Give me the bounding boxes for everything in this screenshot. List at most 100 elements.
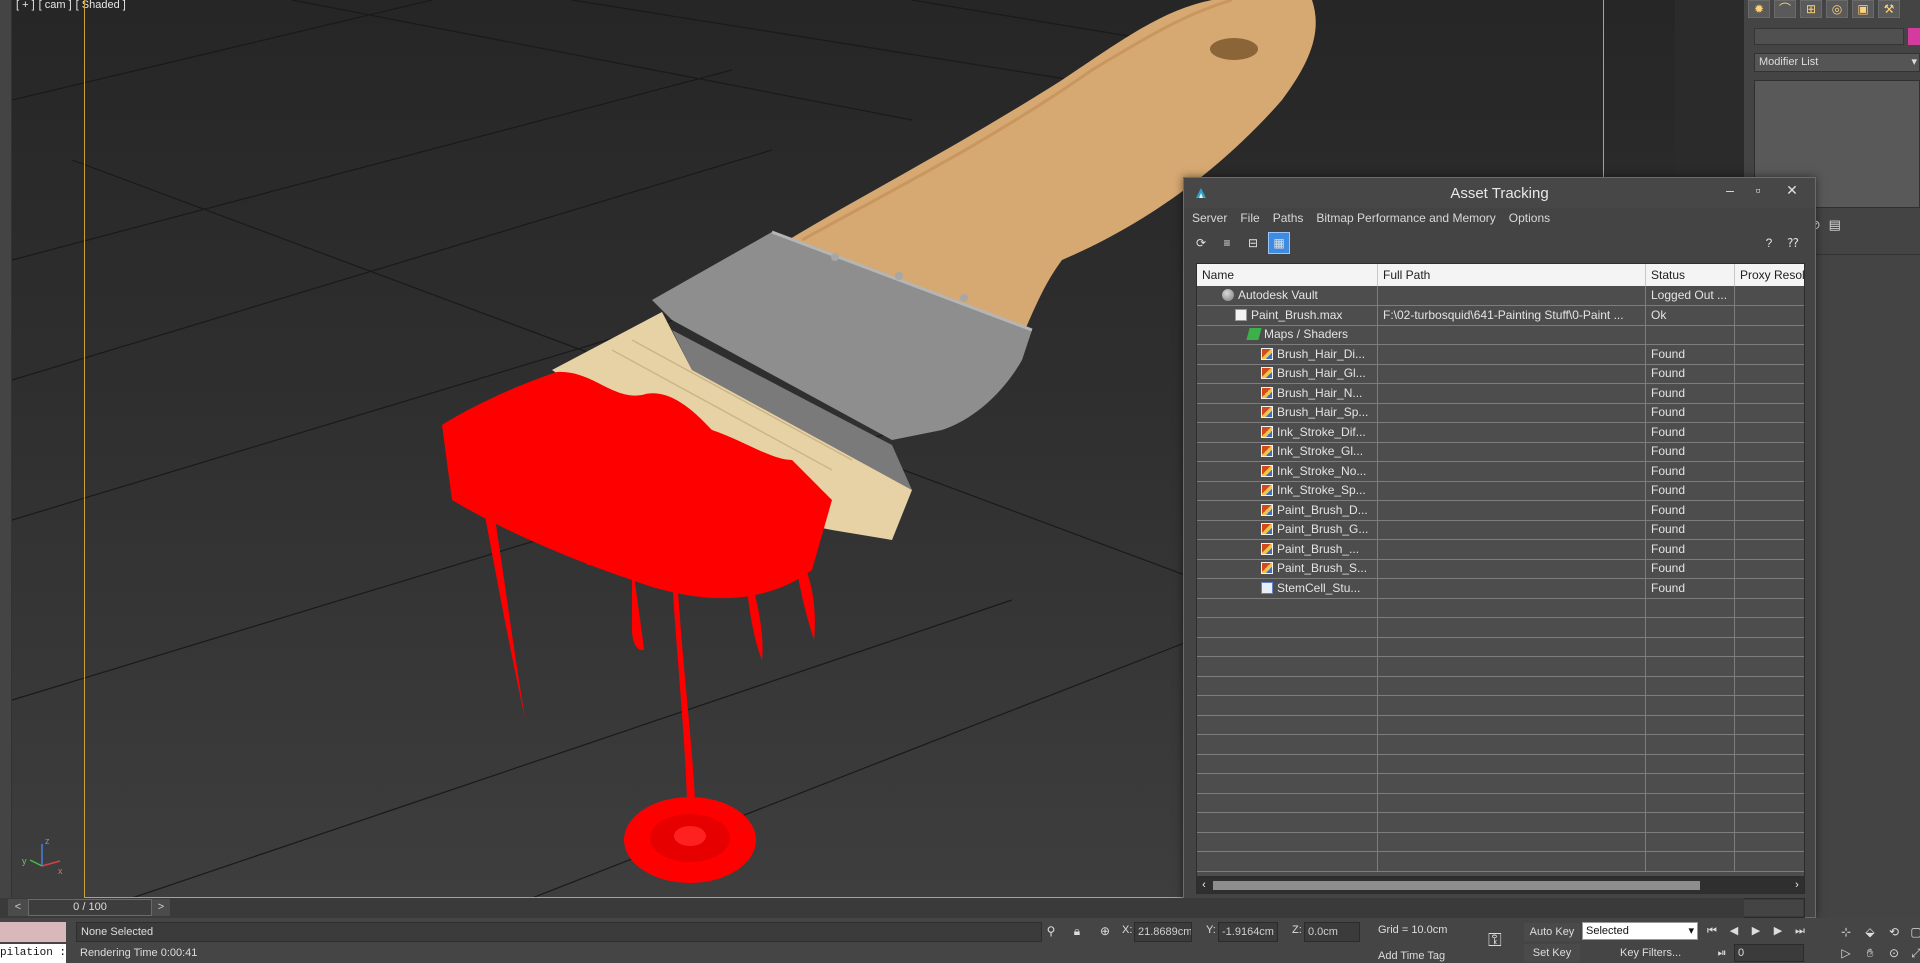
viewport-plus-menu[interactable]: [ + ] [16,0,35,11]
viewport-label[interactable]: [ + ] [ cam ] [ Shaded ] [16,0,130,11]
menu-options[interactable]: Options [1509,208,1550,228]
list-view-icon[interactable]: ≡ [1216,232,1238,254]
zoom-extents-icon[interactable]: ⬙ [1860,922,1880,942]
dialog-title-bar[interactable]: Asset Tracking – ▫ ✕ [1184,178,1815,208]
table-row[interactable] [1197,812,1804,833]
table-row[interactable]: Brush_Hair_Di... Found [1197,344,1804,365]
table-row[interactable] [1197,637,1804,657]
scroll-right-icon[interactable]: › [1790,878,1804,893]
play-icon[interactable]: ▶ [1746,922,1766,940]
viewport-shading-menu[interactable]: [ Shaded ] [76,0,126,11]
lock-selection-icon[interactable]: 🔒︎ [1070,924,1084,940]
help-context-icon[interactable]: ⁇ [1782,232,1804,254]
column-header-full-path[interactable]: Full Path [1378,264,1646,286]
key-icon[interactable]: ⚿ [1488,930,1502,951]
auto-key-button[interactable]: Auto Key [1524,923,1580,941]
x-coordinate-field[interactable]: 21.8689cm [1134,922,1192,942]
goto-start-icon[interactable]: ⏮ [1702,922,1722,940]
column-header-name[interactable]: Name [1197,264,1378,286]
table-row[interactable] [1197,676,1804,696]
object-color-swatch[interactable] [1908,28,1920,45]
table-row[interactable]: Paint_Brush_D... Found [1197,500,1804,521]
create-tab-icon[interactable]: ✹ [1748,0,1770,18]
table-row[interactable]: Ink_Stroke_Sp... Found [1197,481,1804,501]
table-row[interactable]: Ink_Stroke_No... Found [1197,461,1804,482]
table-row[interactable]: Paint_Brush_... Found [1197,539,1804,560]
hierarchy-tab-icon[interactable]: ⊞ [1800,0,1822,18]
table-row[interactable] [1197,715,1804,735]
table-row[interactable]: Brush_Hair_Gl... Found [1197,364,1804,384]
help-icon[interactable]: ? [1758,232,1780,254]
menu-file[interactable]: File [1240,208,1259,228]
isolate-icon[interactable]: ⚲ [1044,924,1058,940]
scrollbar-thumb[interactable] [1213,881,1700,890]
table-row[interactable] [1197,832,1804,852]
zoom-icon[interactable]: ⊹ [1836,922,1856,942]
time-slider-next-button[interactable]: > [152,899,170,916]
key-filters-button[interactable]: Key Filters... [1620,947,1681,959]
add-time-tag-button[interactable]: Add Time Tag [1378,950,1445,962]
column-header-status[interactable]: Status [1646,264,1735,286]
table-view-icon[interactable]: ▦ [1268,232,1290,254]
time-slider-prev-button[interactable]: < [8,899,28,916]
horizontal-scrollbar[interactable]: ‹ › [1196,877,1805,894]
table-row[interactable]: Ink_Stroke_Gl... Found [1197,442,1804,462]
minimize-button[interactable]: – [1716,180,1744,202]
table-row[interactable] [1197,773,1804,794]
table-row[interactable] [1197,851,1804,872]
close-button[interactable]: ✕ [1778,180,1806,202]
goto-end-icon[interactable]: ⏭ [1790,922,1810,940]
table-row[interactable]: Autodesk Vault Logged Out ... [1197,286,1804,306]
maximize-viewport-icon[interactable]: ▢ [1906,922,1920,942]
detail-view-icon[interactable]: ⊟ [1242,232,1264,254]
maximize-button[interactable]: ▫ [1744,180,1772,202]
y-coordinate-field[interactable]: -1.9164cm [1218,922,1278,942]
next-frame-icon[interactable]: ▶ [1768,922,1788,940]
table-row[interactable] [1197,754,1804,774]
maxscript-listener-output[interactable]: pilation : [0,944,66,963]
table-row[interactable]: Brush_Hair_N... Found [1197,383,1804,404]
key-set-dropdown[interactable]: Selected ▾ [1582,922,1698,940]
set-key-button[interactable]: Set Key [1524,944,1580,962]
table-row[interactable]: Paint_Brush_G... Found [1197,520,1804,540]
scroll-left-icon[interactable]: ‹ [1197,878,1211,893]
table-row[interactable]: StemCell_Stu... Found [1197,578,1804,599]
table-row[interactable]: Brush_Hair_Sp... Found [1197,403,1804,423]
refresh-icon[interactable]: ⟳ [1190,232,1212,254]
utilities-tab-icon[interactable]: ⚒ [1878,0,1900,18]
current-frame-field[interactable]: 0 [1734,944,1804,962]
viewport-camera-menu[interactable]: [ cam ] [39,0,72,11]
z-coordinate-field[interactable]: 0.0cm [1304,922,1360,942]
column-header-proxy-resolution[interactable]: Proxy Resol... [1735,264,1804,286]
menu-bitmap-performance[interactable]: Bitmap Performance and Memory [1316,208,1495,228]
table-row[interactable] [1197,598,1804,618]
time-slider[interactable]: 0 / 100 [28,899,152,916]
field-of-view-icon[interactable]: ▷ [1836,943,1856,963]
table-row[interactable]: Maps / Shaders [1197,325,1804,345]
modifier-list-dropdown[interactable]: Modifier List ▾ [1754,53,1920,72]
object-name-field[interactable] [1754,28,1904,45]
table-row[interactable]: Paint_Brush.max F:\02-turbosquid\641-Pain… [1197,305,1804,326]
asset-table[interactable]: Name Full Path Status Proxy Resol... Aut… [1196,263,1805,877]
maxscript-listener-pink[interactable] [0,922,66,942]
motion-tab-icon[interactable]: ◎ [1826,0,1848,18]
key-mode-icon[interactable]: ⏯ [1712,944,1732,962]
previous-frame-icon[interactable]: ◀ [1724,922,1744,940]
table-row[interactable] [1197,656,1804,677]
table-row[interactable] [1197,734,1804,755]
absolute-mode-icon[interactable]: ⊕ [1098,924,1112,940]
walk-through-icon[interactable]: ⊙ [1884,943,1904,963]
table-row[interactable] [1197,695,1804,716]
table-row[interactable] [1197,793,1804,813]
menu-paths[interactable]: Paths [1273,208,1304,228]
table-row[interactable] [1197,617,1804,638]
min-max-toggle-icon[interactable]: ⤢ [1906,943,1920,963]
table-row[interactable]: Ink_Stroke_Dif... Found [1197,422,1804,443]
orbit-icon[interactable]: ⟲ [1884,922,1904,942]
menu-server[interactable]: Server [1192,208,1227,228]
modify-tab-icon[interactable]: ⌒ [1774,0,1796,18]
pan-icon[interactable]: ✋︎ [1860,943,1880,963]
configure-sets-icon[interactable]: ▤ [1829,217,1841,233]
display-tab-icon[interactable]: ▣ [1852,0,1874,18]
table-row[interactable]: Paint_Brush_S... Found [1197,559,1804,579]
